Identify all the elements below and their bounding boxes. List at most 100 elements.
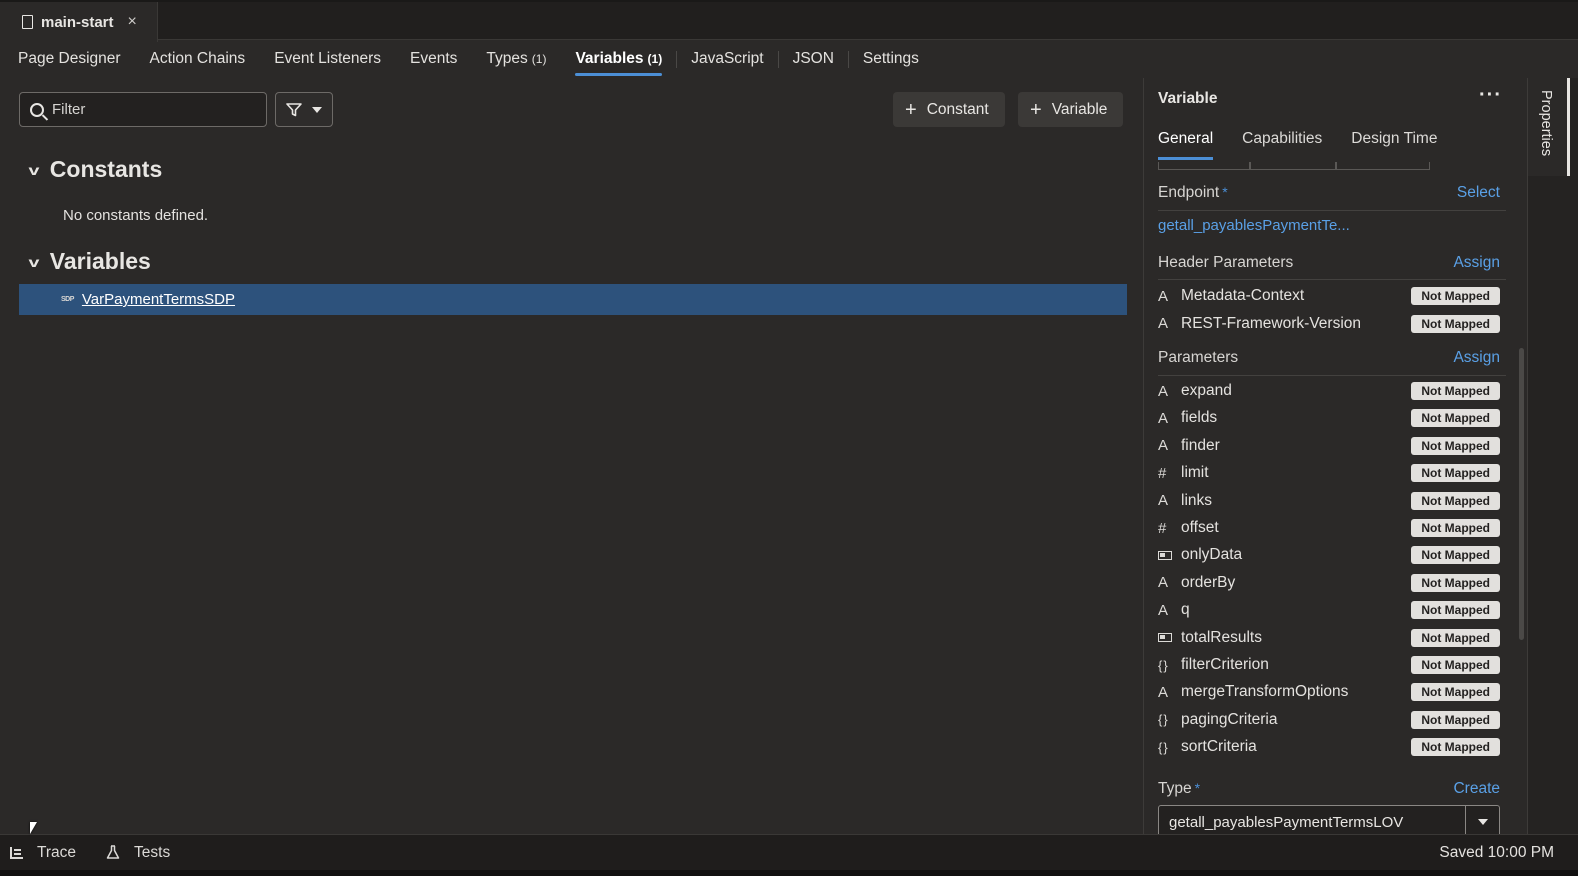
tab-action-chains[interactable]: Action Chains [150, 40, 246, 78]
object-type-icon: {} [1158, 712, 1169, 728]
tab-variables[interactable]: Variables (1) [575, 40, 662, 78]
header-parameters-row: Header Parameters Assign [1158, 254, 1500, 272]
tab-label: Page Designer [18, 50, 121, 67]
status-badge: Not Mapped [1411, 314, 1500, 333]
parameter-row[interactable]: Alinks Not Mapped [1158, 490, 1500, 512]
filter-input[interactable] [52, 101, 242, 118]
parameter-row[interactable]: AmergeTransformOptions Not Mapped [1158, 681, 1500, 703]
trace-button[interactable]: Trace [10, 844, 76, 862]
status-badge: Not Mapped [1411, 436, 1500, 455]
tab-label: Variables [575, 50, 644, 67]
properties-tab-label: Properties [1538, 90, 1554, 157]
parameter-row[interactable]: Afields Not Mapped [1158, 407, 1500, 429]
scrollbar-thumb[interactable] [1519, 348, 1524, 640]
constants-section-header[interactable]: v Constants [28, 156, 163, 183]
tab-strip-edge [1158, 162, 1508, 170]
parameters-row: Parameters Assign [1158, 349, 1500, 367]
parameter-row[interactable]: onlyData Not Mapped [1158, 544, 1500, 566]
constants-heading: Constants [49, 156, 163, 182]
parameter-row[interactable]: # offset Not Mapped [1158, 517, 1500, 539]
tab-label: JSON [792, 50, 834, 67]
tab-event-listeners[interactable]: Event Listeners [274, 40, 381, 78]
parameter-name: REST-Framework-Version [1181, 314, 1362, 332]
status-badge: Not Mapped [1411, 738, 1500, 757]
tab-edge [1336, 162, 1430, 170]
create-type-link[interactable]: Create [1453, 780, 1500, 798]
boolean-type-icon [1158, 633, 1172, 643]
tab-label: Types [486, 50, 528, 67]
filter-field[interactable] [19, 92, 267, 127]
add-constant-label: Constant [926, 100, 989, 118]
add-variable-button[interactable]: + Variable [1018, 92, 1124, 127]
plus-icon: + [1030, 98, 1042, 121]
variable-link[interactable]: VarPaymentTermsSDP [82, 291, 235, 308]
parameter-row[interactable]: Afinder Not Mapped [1158, 435, 1500, 457]
parameter-name: links [1181, 491, 1213, 509]
status-badge: Not Mapped [1411, 409, 1500, 428]
parameter-row[interactable]: totalResults Not Mapped [1158, 627, 1500, 649]
variables-editor: + Constant + Variable v Constants No con… [0, 78, 1143, 834]
status-badge: Not Mapped [1411, 546, 1500, 565]
parameter-row[interactable]: {} pagingCriteria Not Mapped [1158, 709, 1500, 731]
tab-page-designer[interactable]: Page Designer [18, 40, 121, 78]
endpoint-value-link[interactable]: getall_payablesPaymentTe... [1158, 217, 1350, 234]
sdp-icon: SDP [61, 296, 74, 303]
select-endpoint-link[interactable]: Select [1457, 184, 1500, 202]
chevron-down-icon [1477, 819, 1488, 825]
status-badge: Not Mapped [1411, 710, 1500, 729]
tab-javascript[interactable]: JavaScript [676, 40, 764, 78]
tests-button[interactable]: Tests [106, 844, 170, 862]
window-edge [0, 870, 1578, 876]
tab-json[interactable]: JSON [777, 40, 834, 78]
tab-design-time[interactable]: Design Time [1351, 130, 1437, 160]
right-sidebar: Properties [1527, 78, 1578, 834]
parameter-name: q [1181, 601, 1190, 619]
tab-label: JavaScript [691, 50, 764, 67]
tab-count: (1) [647, 52, 663, 66]
parameter-row[interactable]: A Metadata-Context Not Mapped [1158, 285, 1500, 307]
assign-header-parameters-link[interactable]: Assign [1453, 254, 1500, 272]
parameter-row[interactable]: # limit Not Mapped [1158, 462, 1500, 484]
trace-icon [10, 846, 23, 859]
close-icon[interactable]: × [128, 13, 137, 31]
string-type-icon: A [1158, 601, 1169, 619]
type-icon [1158, 547, 1181, 564]
string-type-icon: A [1158, 287, 1169, 305]
parameter-row[interactable]: A REST-Framework-Version Not Mapped [1158, 313, 1500, 335]
tab-properties[interactable]: Properties [1528, 78, 1570, 176]
number-type-icon: # [1158, 519, 1167, 537]
tab-count: (1) [531, 52, 547, 66]
tab-label: Action Chains [149, 50, 246, 67]
parameter-name: fields [1181, 409, 1218, 427]
variable-row[interactable]: SDP VarPaymentTermsSDP [19, 284, 1127, 315]
chevron-down-icon[interactable]: v [28, 254, 39, 270]
add-constant-button[interactable]: + Constant [893, 92, 1005, 127]
parameter-row[interactable]: {} sortCriteria Not Mapped [1158, 736, 1500, 758]
chevron-down-icon[interactable]: v [28, 162, 39, 178]
chevron-down-icon [312, 106, 322, 113]
properties-tabs: General Capabilities Design Time [1158, 130, 1437, 160]
parameter-row[interactable]: Aq Not Mapped [1158, 599, 1500, 621]
parameter-row[interactable]: Aexpand Not Mapped [1158, 380, 1500, 402]
string-type-icon: A [1158, 683, 1169, 701]
divider [1158, 375, 1506, 376]
properties-scrollbar[interactable] [1518, 168, 1526, 831]
variables-section-header[interactable]: v Variables [28, 248, 150, 275]
assign-parameters-link[interactable]: Assign [1453, 349, 1500, 367]
status-badge: Not Mapped [1411, 382, 1500, 400]
endpoint-label-row: Endpoint * Select [1158, 184, 1500, 202]
parameter-row[interactable]: AorderBy Not Mapped [1158, 572, 1500, 594]
file-tab-main-start[interactable]: main-start × [0, 2, 158, 42]
type-dropdown-button[interactable] [1465, 806, 1499, 834]
tab-settings[interactable]: Settings [847, 40, 919, 78]
more-options-icon[interactable]: ··· [1479, 84, 1502, 107]
tab-types[interactable]: Types (1) [486, 40, 546, 78]
parameter-row[interactable]: {} filterCriterion Not Mapped [1158, 654, 1500, 676]
tab-capabilities[interactable]: Capabilities [1242, 130, 1322, 160]
filter-menu-button[interactable] [275, 92, 333, 127]
type-select[interactable]: getall_payablesPaymentTermsLOV [1158, 805, 1500, 834]
string-type-icon: A [1158, 437, 1169, 455]
endpoint-label: Endpoint * [1158, 184, 1228, 202]
tab-general[interactable]: General [1158, 130, 1214, 160]
tab-events[interactable]: Events [410, 40, 457, 78]
